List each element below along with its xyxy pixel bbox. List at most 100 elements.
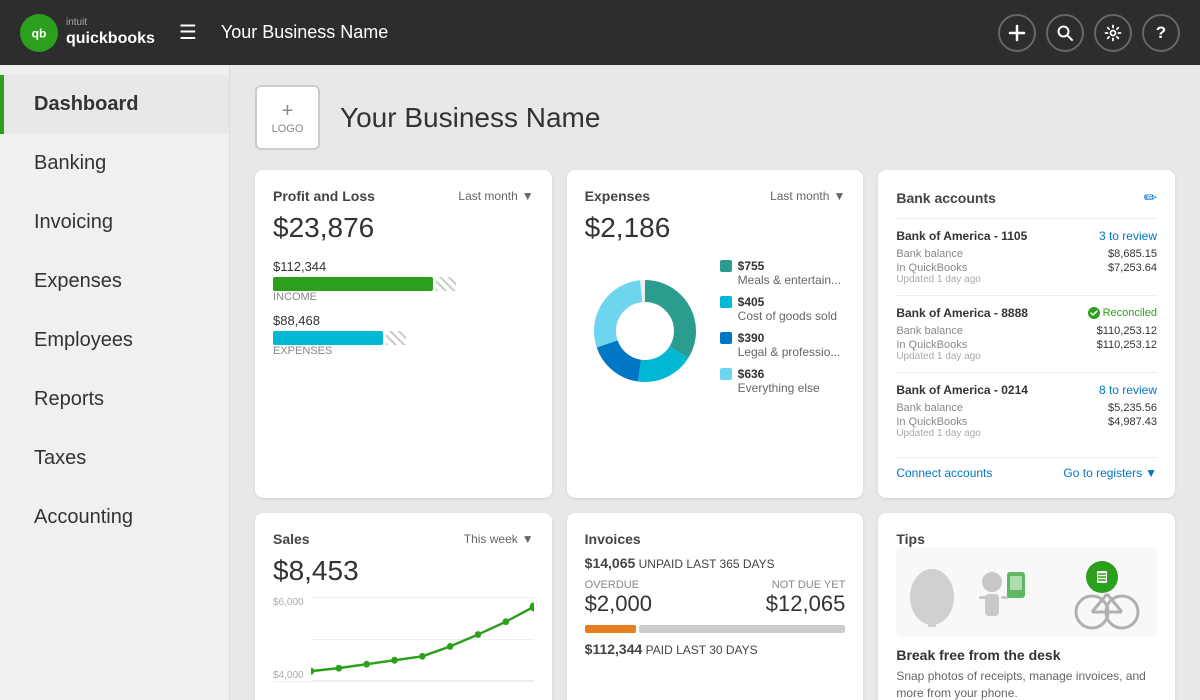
expenses-title: Expenses [585,188,650,204]
legend-cogs: $405 Cost of goods sold [720,295,846,323]
profit-loss-period[interactable]: Last month ▼ [458,189,533,203]
help-button[interactable]: ? [1142,14,1180,52]
sidebar-item-employees[interactable]: Employees [0,311,229,370]
sidebar-item-dashboard[interactable]: Dashboard [0,75,229,134]
hamburger-menu-icon[interactable]: ☰ [175,16,201,49]
bank-account-8888-name: Bank of America - 8888 [896,306,1028,320]
expenses-donut [585,271,705,391]
sidebar-item-expenses[interactable]: Expenses [0,252,229,311]
tips-card-desc: Snap photos of receipts, manage invoices… [896,668,1157,700]
bank-account-1105: Bank of America - 1105 3 to review Bank … [896,218,1157,295]
qb-balance-row-1105: In QuickBooks $7,253.64 [896,262,1157,274]
svg-text:qb: qb [32,26,47,40]
sidebar-item-invoicing[interactable]: Invoicing [0,193,229,252]
invoice-overdue-label: OVERDUE [585,579,652,591]
sidebar-item-reports[interactable]: Reports [0,370,229,429]
bank-balance-row-1105: Bank balance $8,685.15 [896,248,1157,260]
tips-card: Tips [878,513,1175,700]
profit-loss-header: Profit and Loss Last month ▼ [273,188,534,204]
invoice-unpaid-label: UNPAID LAST 365 DAYS [639,557,775,571]
expenses-bar-container [273,331,534,345]
tips-card-title: Break free from the desk [896,647,1157,663]
bank-footer: Connect accounts Go to registers ▼ [896,457,1157,480]
bank-accounts-card: Bank accounts ✏ Bank of America - 1105 3… [878,170,1175,498]
bank-accounts-title: Bank accounts [896,190,996,206]
go-to-registers-link[interactable]: Go to registers ▼ [1063,466,1157,480]
invoice-notdue-col: NOT DUE YET $12,065 [766,579,846,617]
income-bar-container [273,277,534,291]
main-content: + LOGO Your Business Name Profit and Los… [230,65,1200,700]
bank-account-8888-reconciled: Reconciled [1088,307,1157,319]
legend-dot-meals [720,260,732,272]
bank-updated-8888: Updated 1 day ago [896,351,1157,362]
invoice-overdue-bar [585,625,637,633]
legend-dot-cogs [720,296,732,308]
profit-loss-amount: $23,876 [273,212,534,244]
bank-account-0214-balances: Bank balance $5,235.56 In QuickBooks $4,… [896,402,1157,428]
invoice-not-due-amount: $12,065 [766,591,846,617]
sales-chart-area [311,597,534,681]
legend-dot-legal [720,332,732,344]
legend-cogs-label: Cost of goods sold [738,309,837,323]
y-label-6000: $6,000 [273,597,304,608]
bank-account-1105-review[interactable]: 3 to review [1099,229,1157,243]
bank-account-8888: Bank of America - 8888 Reconciled Bank b… [896,295,1157,372]
invoice-amounts-row: OVERDUE $2,000 NOT DUE YET $12,065 [585,579,846,617]
income-amount: $112,344 [273,259,534,274]
bank-edit-icon[interactable]: ✏ [1144,188,1157,208]
invoice-paid-amount: $112,344 [585,641,643,657]
qb-logo-icon: qb [20,14,58,52]
expenses-content: $755 Meals & entertain... $405 Cost of g… [585,259,846,403]
legend-meals-label: Meals & entertain... [738,273,841,287]
tips-title: Tips [896,531,1157,547]
legend-other-label: Everything else [738,381,820,395]
legend-meals: $755 Meals & entertain... [720,259,846,287]
bank-updated-0214: Updated 1 day ago [896,428,1157,439]
profit-loss-title: Profit and Loss [273,188,375,204]
quickbooks-logo: qb intuit quickbooks [20,14,155,52]
sales-period[interactable]: This week ▼ [464,532,534,546]
qb-balance-row-0214: In QuickBooks $4,987.43 [896,416,1157,428]
bank-account-0214-review[interactable]: 8 to review [1099,383,1157,397]
bank-balance-row-8888: Bank balance $110,253.12 [896,325,1157,337]
invoice-overdue-amount: $2,000 [585,591,652,617]
legend-meals-amount: $755 [738,259,765,273]
income-bar-hatch [436,277,456,291]
sidebar-item-banking[interactable]: Banking [0,134,229,193]
search-button[interactable] [1046,14,1084,52]
expenses-amount-total: $2,186 [585,212,846,244]
invoice-bar [585,625,846,633]
profit-loss-card: Profit and Loss Last month ▼ $23,876 $11… [255,170,552,498]
legend-legal-label: Legal & professio... [738,345,841,359]
sidebar-item-taxes[interactable]: Taxes [0,429,229,488]
expenses-bar [273,331,383,345]
legend-other: $636 Everything else [720,367,846,395]
business-name-heading: Your Business Name [340,102,600,134]
expenses-period[interactable]: Last month ▼ [770,189,845,203]
profit-loss-bars: $112,344 INCOME $88,468 EXPENS [273,259,534,357]
tips-illustration [896,547,1157,637]
legend-cogs-amount: $405 [738,295,765,309]
logo-upload[interactable]: + LOGO [255,85,320,150]
header-actions: ? [998,14,1180,52]
expenses-legend: $755 Meals & entertain... $405 Cost of g… [720,259,846,403]
sales-amount: $8,453 [273,555,534,587]
add-button[interactable] [998,14,1036,52]
connect-accounts-link[interactable]: Connect accounts [896,466,992,480]
expenses-bar-row: $88,468 EXPENSES [273,313,534,357]
invoices-title: Invoices [585,531,641,547]
y-label-4000: $4,000 [273,670,304,681]
dashboard-cards: Profit and Loss Last month ▼ $23,876 $11… [255,170,1175,700]
invoices-card: Invoices $14,065 UNPAID LAST 365 DAYS OV… [567,513,864,700]
qb-logo-text: intuit quickbooks [66,17,155,48]
expenses-card: Expenses Last month ▼ $2,186 [567,170,864,498]
logo-label: LOGO [272,123,304,135]
bank-account-8888-balances: Bank balance $110,253.12 In QuickBooks $… [896,325,1157,351]
income-label: INCOME [273,291,534,303]
settings-button[interactable] [1094,14,1132,52]
sidebar-item-accounting[interactable]: Accounting [0,488,229,547]
expenses-amount: $88,468 [273,313,534,328]
bank-account-1105-balances: Bank balance $8,685.15 In QuickBooks $7,… [896,248,1157,274]
header: qb intuit quickbooks ☰ Your Business Nam… [0,0,1200,65]
bank-account-0214-name: Bank of America - 0214 [896,383,1028,397]
